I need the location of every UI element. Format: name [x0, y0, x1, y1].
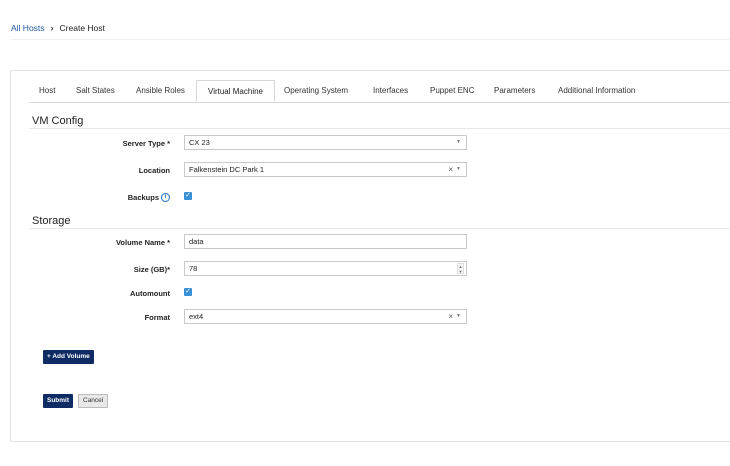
- chevron-down-icon: ▼: [456, 313, 461, 319]
- spin-down-icon[interactable]: ▼: [458, 269, 463, 274]
- server-type-label: Server Type *: [122, 139, 170, 148]
- tab-ansible-roles[interactable]: Ansible Roles: [130, 80, 191, 102]
- breadcrumb-current: Create Host: [59, 23, 105, 33]
- submit-button[interactable]: Submit: [43, 394, 74, 408]
- automount-checkbox[interactable]: ✓: [184, 288, 192, 296]
- tab-additional-information[interactable]: Additional Information: [552, 80, 641, 102]
- tab-parameters[interactable]: Parameters: [488, 80, 541, 102]
- backups-label: Backups: [127, 193, 159, 202]
- clear-icon[interactable]: ×: [448, 163, 453, 176]
- tab-salt-states[interactable]: Salt States: [70, 80, 121, 102]
- breadcrumb-separator: ›: [50, 23, 54, 33]
- add-volume-button[interactable]: + Add Volume: [43, 350, 94, 364]
- storage-title: Storage: [32, 215, 71, 227]
- tab-divider: [29, 102, 730, 103]
- header-divider: [11, 39, 730, 40]
- chevron-down-icon: ▼: [456, 139, 461, 145]
- cancel-button[interactable]: Cancel: [78, 394, 109, 408]
- storage-divider: [29, 228, 730, 229]
- form-card: [10, 70, 730, 442]
- tab-bar: Host Salt States Ansible Roles Virtual M…: [29, 80, 730, 102]
- vm-config-divider: [29, 128, 730, 129]
- breadcrumb: All Hosts › Create Host: [11, 23, 105, 33]
- format-select[interactable]: ext4 × ▼: [184, 309, 467, 324]
- location-label: Location: [138, 166, 170, 175]
- size-input[interactable]: ▲ ▼: [184, 261, 467, 276]
- breadcrumb-all-hosts-link[interactable]: All Hosts: [11, 23, 45, 33]
- chevron-down-icon: ▼: [456, 166, 461, 172]
- tab-operating-system[interactable]: Operating System: [278, 80, 354, 102]
- format-label: Format: [144, 313, 170, 322]
- size-label: Size (GB)*: [133, 265, 170, 274]
- number-spinner[interactable]: ▲ ▼: [457, 263, 464, 274]
- size-text[interactable]: [189, 264, 429, 273]
- volume-name-label: Volume Name *: [115, 238, 170, 247]
- backups-checkbox[interactable]: ✓: [184, 192, 192, 200]
- backups-label-wrap: Backups i: [0, 192, 170, 203]
- vm-config-title: VM Config: [32, 115, 84, 127]
- info-icon[interactable]: i: [161, 192, 170, 202]
- format-value: ext4: [189, 312, 204, 321]
- server-type-value: CX 23: [189, 138, 210, 147]
- clear-icon[interactable]: ×: [448, 310, 453, 323]
- tab-interfaces[interactable]: Interfaces: [367, 80, 414, 102]
- tab-host[interactable]: Host: [33, 80, 61, 102]
- location-value: Falkenstein DC Park 1: [189, 165, 265, 174]
- volume-name-text[interactable]: [189, 237, 429, 246]
- automount-label: Automount: [130, 289, 170, 298]
- server-type-select[interactable]: CX 23 ▼: [184, 135, 467, 150]
- tab-virtual-machine[interactable]: Virtual Machine: [196, 80, 275, 102]
- volume-name-input[interactable]: [184, 234, 467, 249]
- location-select[interactable]: Falkenstein DC Park 1 × ▼: [184, 162, 467, 177]
- tab-puppet-enc[interactable]: Puppet ENC: [424, 80, 480, 102]
